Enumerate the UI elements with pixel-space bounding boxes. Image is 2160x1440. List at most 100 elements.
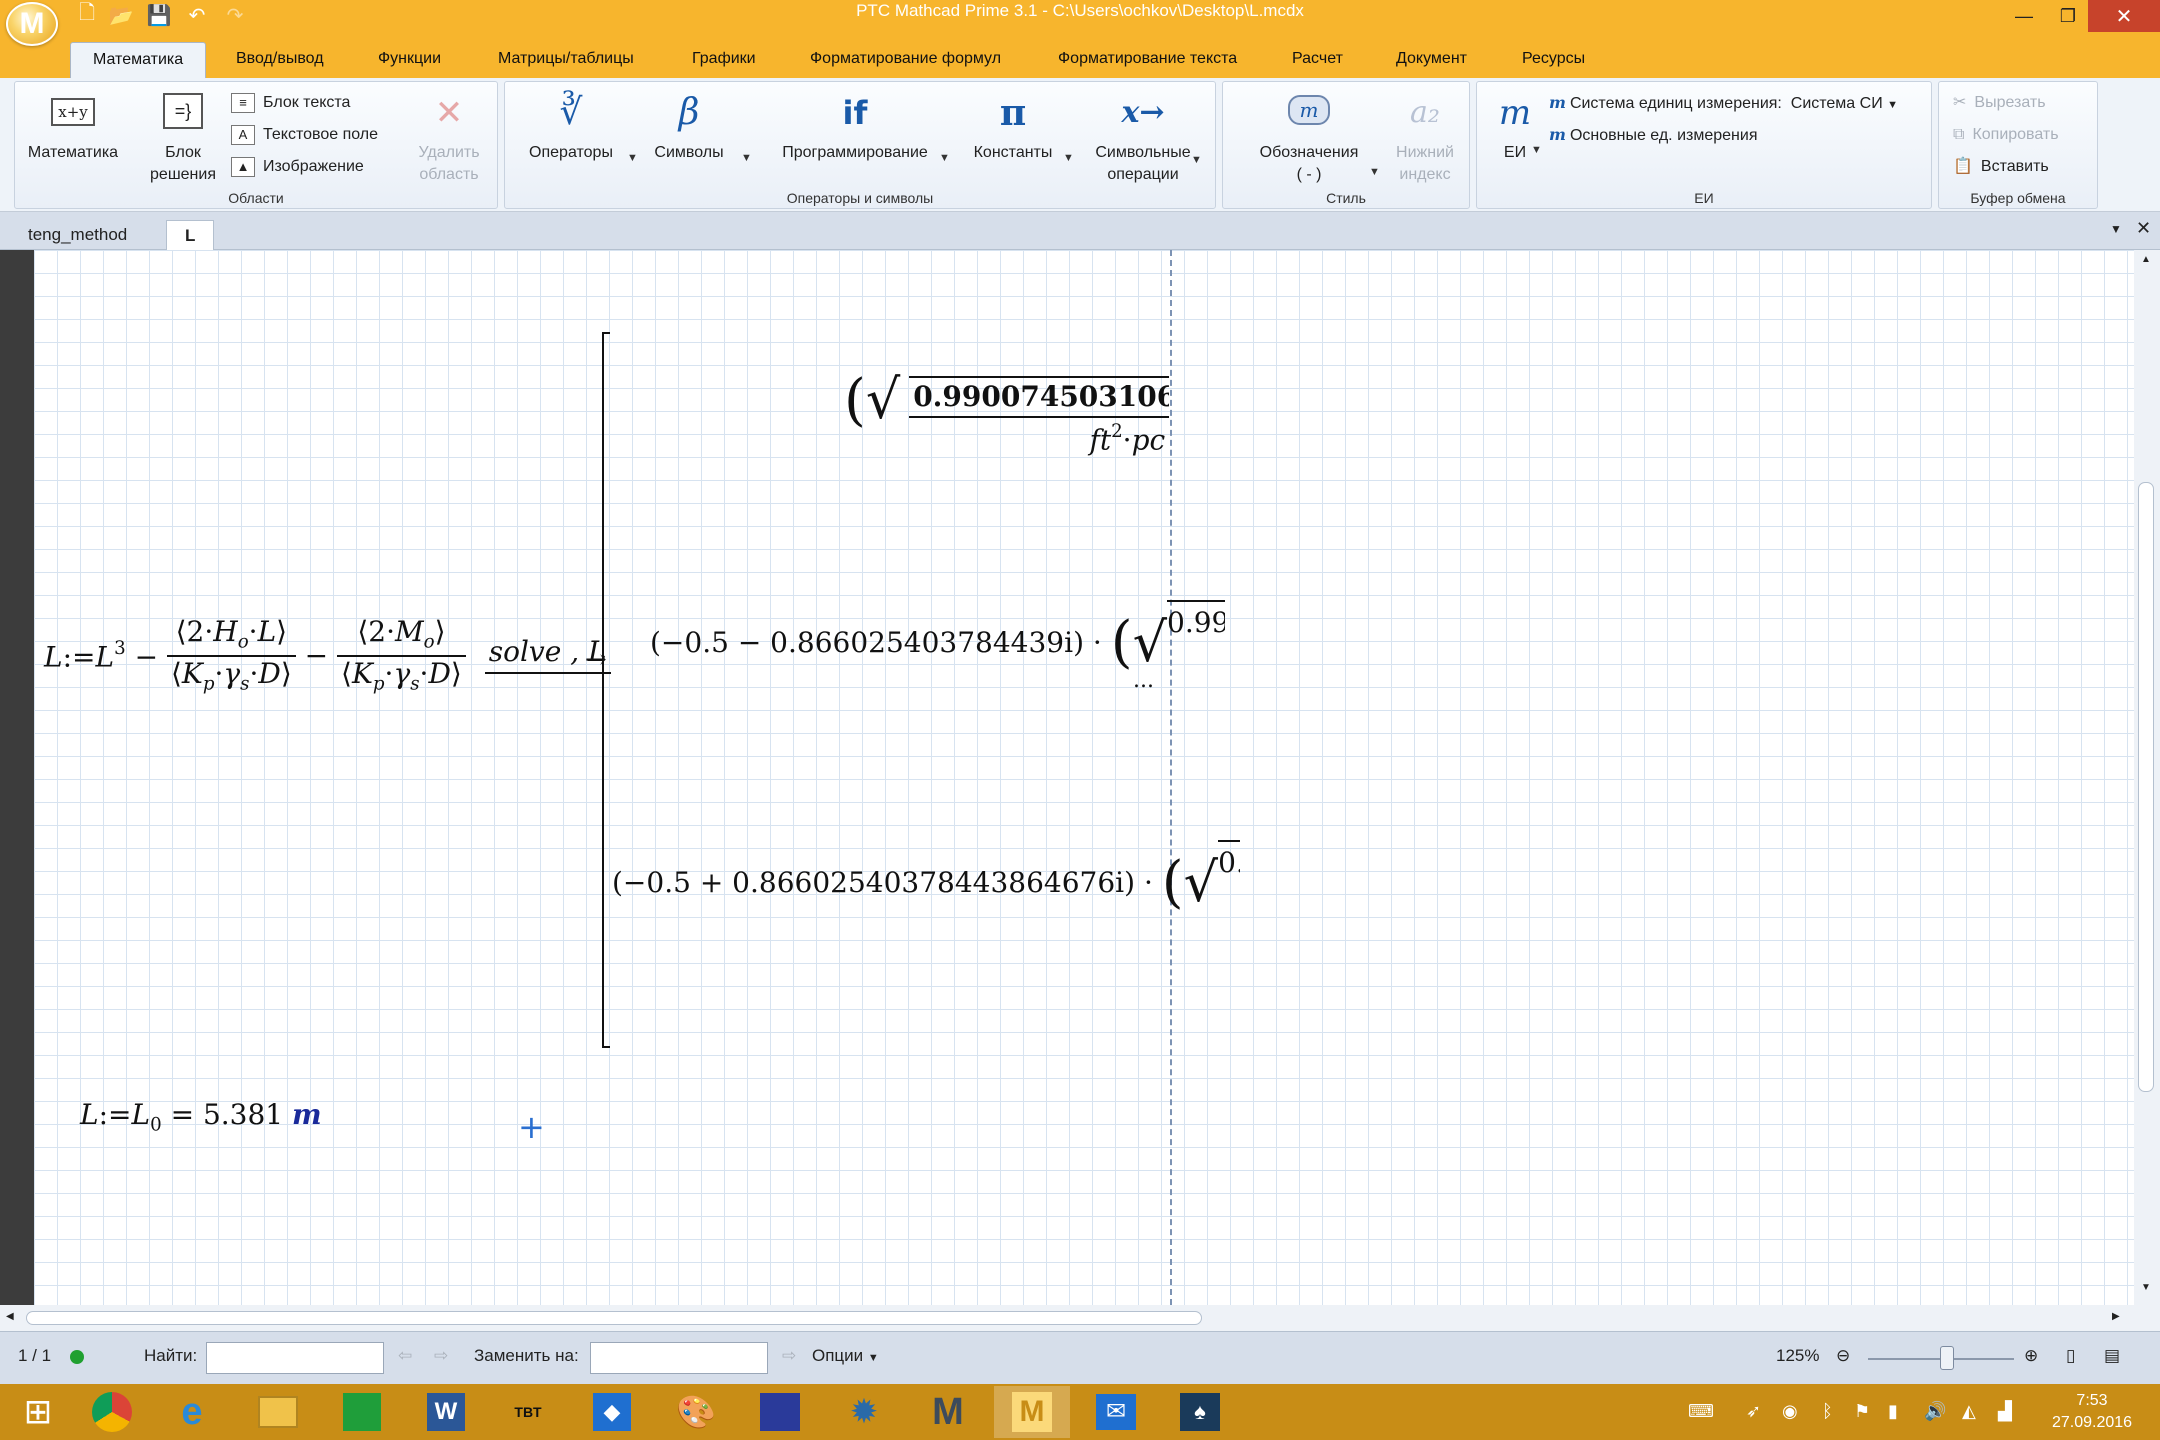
scroll-up-icon[interactable]: ▲ — [2141, 254, 2151, 265]
find-next-icon[interactable]: ⇨ — [434, 1346, 448, 1366]
tab-list-dropdown-icon[interactable]: ▼ — [2110, 222, 2122, 236]
battery-tray-icon[interactable]: ▮ — [1888, 1401, 1898, 1422]
find-input[interactable] — [206, 1342, 384, 1374]
symbolic-dropdown-icon[interactable]: ▼ — [1191, 154, 1202, 166]
paste-button[interactable]: 📋 Вставить — [1953, 154, 2049, 180]
doc-tab-teng-method[interactable]: teng_method — [10, 220, 145, 250]
programming-button[interactable]: if Программирование — [767, 90, 943, 164]
page-view-icon[interactable]: ▯ — [2066, 1346, 2075, 1366]
zoom-slider-thumb[interactable] — [1940, 1346, 1954, 1370]
solitaire-icon[interactable]: ♠ — [1162, 1386, 1238, 1438]
solve-block-button[interactable]: =} Блок решения — [133, 90, 233, 186]
mail-icon[interactable]: ✉ — [1078, 1386, 1154, 1438]
tab-formula-format[interactable]: Форматирование формул — [810, 42, 1001, 78]
tab-functions[interactable]: Функции — [378, 42, 441, 78]
scroll-left-icon[interactable]: ◀ — [6, 1311, 14, 1322]
keyboard-tray-icon[interactable]: ⌨ — [1688, 1401, 1714, 1422]
store-icon[interactable] — [324, 1386, 400, 1438]
tab-math[interactable]: Математика — [70, 42, 207, 78]
zoom-in-icon[interactable]: ⊕ — [2024, 1346, 2038, 1366]
library-icon[interactable] — [742, 1386, 818, 1438]
calc-status-icon — [70, 1350, 84, 1364]
base-units-button[interactable]: m Основные ед. измерения — [1549, 122, 1757, 148]
labels-button[interactable]: m Обозначения ( - ) — [1231, 90, 1387, 186]
internet-explorer-icon[interactable]: e — [154, 1386, 230, 1438]
cut-button[interactable]: ✂ Вырезать — [1953, 90, 2046, 116]
constants-button[interactable]: π Константы — [961, 90, 1065, 164]
network-tray-icon[interactable]: ◭ — [1962, 1401, 1976, 1422]
tbt-shell-icon[interactable]: TBT — [490, 1386, 566, 1438]
signal-tray-icon[interactable]: ▟ — [1998, 1401, 2012, 1422]
root-2[interactable]: (−0.5 − 0.866025403784439i) · (√0.990 — [650, 600, 1225, 675]
draft-view-icon[interactable]: ▤ — [2104, 1346, 2120, 1366]
pin-tray-icon[interactable]: ➶ — [1746, 1401, 1761, 1422]
unit-system-selector[interactable]: m Система единиц измерения: Система СИ ▼ — [1549, 90, 1898, 116]
chrome-icon[interactable] — [74, 1386, 150, 1438]
tab-text-format[interactable]: Форматирование текста — [1058, 42, 1237, 78]
tab-document[interactable]: Документ — [1396, 42, 1467, 78]
math-region-icon: x+y — [23, 90, 123, 136]
close-document-icon[interactable]: ✕ — [2136, 218, 2151, 239]
copy-button[interactable]: ⧉ Копировать — [1953, 122, 2059, 148]
delete-region-button[interactable]: ✕ Удалить область — [407, 90, 491, 186]
tab-plots[interactable]: Графики — [692, 42, 756, 78]
operators-button[interactable]: ∛ Операторы — [513, 90, 629, 164]
constants-dropdown-icon[interactable]: ▼ — [1063, 152, 1074, 164]
paint-icon[interactable]: 🎨 — [658, 1386, 734, 1438]
window-title: PTC Mathcad Prime 3.1 - C:\Users\ochkov\… — [856, 1, 1304, 20]
symbols-dropdown-icon[interactable]: ▼ — [741, 152, 752, 164]
tab-matrices[interactable]: Матрицы/таблицы — [498, 42, 634, 78]
options-button[interactable]: Опции ▼ — [812, 1346, 879, 1366]
vertical-scroll-thumb[interactable] — [2138, 482, 2154, 1092]
tab-resources[interactable]: Ресурсы — [1522, 42, 1585, 78]
root-1[interactable]: (√ 0.990074503106358 ft2·pc — [844, 368, 1170, 457]
subscript-button[interactable]: a₂ Нижний индекс — [1387, 90, 1463, 186]
vertical-scrollbar[interactable]: ▲ ▼ — [2134, 250, 2160, 1305]
replace-input[interactable] — [590, 1342, 768, 1374]
scroll-right-icon[interactable]: ▶ — [2112, 1311, 2120, 1322]
word-icon[interactable]: W — [408, 1386, 484, 1438]
tab-calculation[interactable]: Расчет — [1292, 42, 1343, 78]
image-button[interactable]: ▲ Изображение — [231, 154, 364, 180]
symbolic-operations-button[interactable]: x→ Символьные операции — [1083, 90, 1203, 186]
maple-icon[interactable]: ✹ — [826, 1386, 902, 1438]
windows-start-icon[interactable]: ⊞ — [0, 1386, 76, 1438]
programming-dropdown-icon[interactable]: ▼ — [939, 152, 950, 164]
ribbon-tab-bar: Математика Ввод/вывод Функции Матрицы/та… — [0, 40, 2160, 108]
zoom-level: 125% — [1776, 1346, 1820, 1365]
zoom-out-icon[interactable]: ⊖ — [1836, 1346, 1850, 1366]
symbols-button[interactable]: β Символы — [639, 90, 739, 164]
close-icon[interactable]: ✕ — [2088, 0, 2160, 32]
labels-dropdown-icon[interactable]: ▼ — [1369, 166, 1380, 178]
volume-tray-icon[interactable]: 🔊 — [1924, 1401, 1946, 1422]
horizontal-scroll-thumb[interactable] — [26, 1311, 1202, 1325]
units-dropdown-icon[interactable]: ▼ — [1531, 144, 1542, 156]
text-block-button[interactable]: ≡ Блок текста — [231, 90, 350, 116]
horizontal-scrollbar[interactable]: ◀ ▶ — [0, 1305, 2160, 1331]
find-prev-icon[interactable]: ⇦ — [398, 1346, 412, 1366]
flag-tray-icon[interactable]: ⚑ — [1854, 1401, 1870, 1422]
replace-icon[interactable]: ⇨ — [782, 1346, 796, 1366]
bluetooth-tray-icon[interactable]: ᛒ — [1822, 1401, 1833, 1422]
file-explorer-icon[interactable] — [240, 1386, 316, 1438]
mathcad-logo-icon[interactable]: M — [6, 2, 58, 46]
root-3[interactable]: (−0.5 + 0.86602540378443864676i) · (√0. — [612, 840, 1241, 915]
dropbox-icon[interactable]: ◆ — [574, 1386, 650, 1438]
security-tray-icon[interactable]: ◉ — [1782, 1401, 1798, 1422]
subscript-icon: a₂ — [1410, 95, 1440, 130]
solve-equation[interactable]: L:=L3 − ⟨2·Ho·L⟩ ⟨Kp·γs·D⟩ − ⟨2·Mo⟩ ⟨Kp·… — [44, 618, 611, 693]
doc-tab-l[interactable]: L — [166, 220, 215, 250]
mathcad-prime-icon[interactable]: M — [994, 1386, 1070, 1438]
mathcad-15-icon[interactable]: M — [910, 1386, 986, 1438]
tab-io[interactable]: Ввод/вывод — [236, 42, 324, 78]
worksheet[interactable]: L:=L3 − ⟨2·Ho·L⟩ ⟨Kp·γs·D⟩ − ⟨2·Mo⟩ ⟨Kp·… — [34, 250, 2134, 1305]
scroll-down-icon[interactable]: ▼ — [2141, 1282, 2151, 1293]
ribbon: x+y Математика =} Блок решения ≡ Блок тек… — [0, 78, 2160, 212]
result-equation[interactable]: L:=L0 = 5.381 m — [80, 1098, 322, 1135]
system-clock[interactable]: 7:53 27.09.2016 — [2040, 1390, 2144, 1434]
text-field-button[interactable]: A Текстовое поле — [231, 122, 378, 148]
math-region-button[interactable]: x+y Математика — [23, 90, 123, 164]
replace-label: Заменить на: — [474, 1346, 579, 1365]
group-caption-operators: Операторы и символы — [786, 190, 934, 206]
operators-dropdown-icon[interactable]: ▼ — [627, 152, 638, 164]
